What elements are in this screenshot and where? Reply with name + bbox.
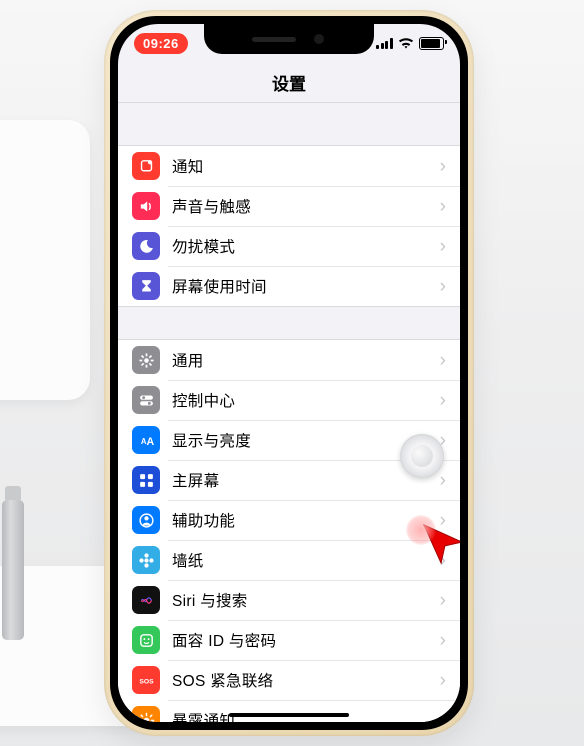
settings-row-general[interactable]: 通用 › bbox=[118, 340, 460, 380]
page-title: 设置 bbox=[272, 70, 306, 95]
sos-icon: SOS bbox=[132, 666, 160, 694]
sun-icon bbox=[132, 706, 160, 722]
gear-icon bbox=[132, 346, 160, 374]
settings-row-sounds[interactable]: 声音与触感 › bbox=[118, 186, 460, 226]
siri-icon bbox=[132, 586, 160, 614]
speaker-icon bbox=[132, 192, 160, 220]
toggles-icon bbox=[132, 386, 160, 414]
settings-group: 通知 › 声音与触感 › 勿扰模式 › 屏幕使用时间 › bbox=[118, 145, 460, 307]
bell-icon bbox=[132, 152, 160, 180]
row-label: 显示与亮度 bbox=[172, 429, 434, 451]
row-label: 控制中心 bbox=[172, 389, 434, 411]
row-label: SOS 紧急联络 bbox=[172, 669, 434, 691]
svg-text:SOS: SOS bbox=[139, 678, 154, 685]
settings-row-faceid[interactable]: 面容 ID 与密码 › bbox=[118, 620, 460, 660]
chevron-right-icon: › bbox=[440, 591, 446, 610]
face-icon bbox=[132, 626, 160, 654]
chevron-right-icon: › bbox=[440, 237, 446, 256]
chevron-right-icon: › bbox=[440, 711, 446, 723]
row-label: 屏幕使用时间 bbox=[172, 275, 434, 297]
row-label: Siri 与搜索 bbox=[172, 589, 434, 611]
stylus-prop bbox=[2, 500, 24, 640]
notch bbox=[204, 24, 374, 54]
cell-signal-icon bbox=[376, 38, 393, 49]
chevron-right-icon: › bbox=[440, 671, 446, 690]
phone-frame: 09:26 设置 通知 › 声音与触感 › 勿扰模式 › 屏幕使用时间 › 通用 › 控制中心 › AA… bbox=[104, 10, 474, 736]
chevron-right-icon: › bbox=[440, 157, 446, 176]
row-label: 声音与触感 bbox=[172, 195, 434, 217]
hourglass-icon bbox=[132, 272, 160, 300]
row-label: 勿扰模式 bbox=[172, 235, 434, 257]
settings-row-notifications[interactable]: 通知 › bbox=[118, 146, 460, 186]
home-indicator[interactable] bbox=[229, 713, 349, 717]
row-label: 通知 bbox=[172, 155, 434, 177]
settings-row-dnd[interactable]: 勿扰模式 › bbox=[118, 226, 460, 266]
chevron-right-icon: › bbox=[440, 631, 446, 650]
grid-icon bbox=[132, 466, 160, 494]
settings-row-exposure[interactable]: 暴露通知› bbox=[118, 700, 460, 722]
chevron-right-icon: › bbox=[440, 277, 446, 296]
settings-row-control[interactable]: 控制中心 › bbox=[118, 380, 460, 420]
chevron-right-icon: › bbox=[440, 471, 446, 490]
phone-screen: 09:26 设置 通知 › 声音与触感 › 勿扰模式 › 屏幕使用时间 › 通用 › 控制中心 › AA… bbox=[118, 24, 460, 722]
row-label: 主屏幕 bbox=[172, 469, 434, 491]
background-card bbox=[0, 120, 90, 400]
aa-icon: AA bbox=[132, 426, 160, 454]
svg-text:A: A bbox=[146, 435, 154, 447]
battery-icon bbox=[419, 37, 444, 50]
row-label: 面容 ID 与密码 bbox=[172, 629, 434, 651]
status-time-recording[interactable]: 09:26 bbox=[134, 33, 188, 54]
nav-title: 设置 bbox=[118, 62, 460, 102]
row-label: 墙纸 bbox=[172, 549, 434, 571]
settings-list[interactable]: 通知 › 声音与触感 › 勿扰模式 › 屏幕使用时间 › 通用 › 控制中心 › AA 显示与亮度 › 主屏幕… bbox=[118, 102, 460, 722]
settings-row-screentime[interactable]: 屏幕使用时间 › bbox=[118, 266, 460, 306]
wifi-icon bbox=[398, 37, 414, 49]
moon-icon bbox=[132, 232, 160, 260]
cursor-pointer-overlay bbox=[420, 521, 460, 572]
flower-icon bbox=[132, 546, 160, 574]
settings-row-sos[interactable]: SOS SOS 紧急联络 › bbox=[118, 660, 460, 700]
settings-row-siri[interactable]: Siri 与搜索 › bbox=[118, 580, 460, 620]
row-label: 辅助功能 bbox=[172, 509, 434, 531]
chevron-right-icon: › bbox=[440, 391, 446, 410]
person-icon bbox=[132, 506, 160, 534]
chevron-right-icon: › bbox=[440, 351, 446, 370]
settings-row-wallpaper[interactable]: 墙纸› bbox=[118, 540, 460, 580]
chevron-right-icon: › bbox=[440, 197, 446, 216]
assistive-touch-button[interactable] bbox=[400, 434, 444, 478]
row-label: 通用 bbox=[172, 349, 434, 371]
